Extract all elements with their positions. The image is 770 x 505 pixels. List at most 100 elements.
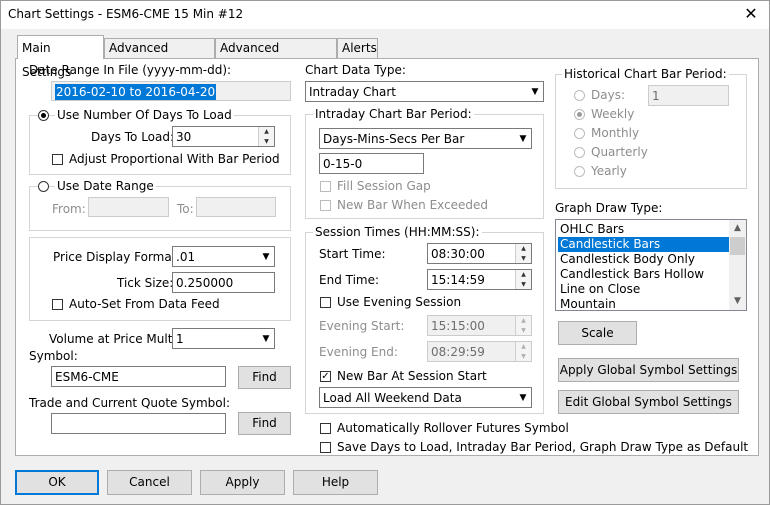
price-format-select[interactable]: .01 ▼ (172, 246, 275, 267)
tab-advanced-settings-2[interactable]: Advanced Settings 2 (215, 38, 337, 74)
tab-main-settings[interactable]: Main Settings (17, 35, 104, 79)
list-item[interactable]: Candlestick Body Only (558, 252, 730, 267)
quarterly-label: Quarterly (591, 145, 648, 159)
bar-period-type-select[interactable]: Days-Mins-Secs Per Bar ▼ (319, 128, 532, 149)
volume-mult-value: 1 (176, 332, 184, 346)
spin-arrows-icon[interactable]: ▲ ▼ (515, 316, 531, 335)
historical-days-field[interactable]: 1 (648, 85, 729, 106)
from-date-field[interactable] (88, 197, 169, 217)
evening-start-stepper[interactable]: 15:15:00 ▲ ▼ (427, 315, 532, 336)
start-time-value: 08:30:00 (431, 247, 485, 261)
auto-rollover-label: Automatically Rollover Futures Symbol (337, 421, 569, 435)
evening-end-stepper[interactable]: 08:29:59 ▲ ▼ (427, 341, 532, 362)
chevron-down-icon: ▼ (262, 334, 270, 344)
tab-advanced-settings[interactable]: Advanced Settings (104, 38, 215, 74)
ok-button[interactable]: OK (15, 470, 99, 495)
auto-rollover-checkbox[interactable] (320, 423, 331, 434)
evening-end-label: Evening End: (319, 345, 398, 359)
historical-period-title: Historical Chart Bar Period: (562, 67, 729, 81)
chevron-down-icon: ▼ (531, 87, 539, 97)
list-item[interactable]: OHLC Bars (558, 222, 730, 237)
edit-global-symbol-button[interactable]: Edit Global Symbol Settings (558, 390, 739, 414)
spin-arrows-icon[interactable]: ▲ ▼ (515, 270, 531, 289)
volume-mult-label: Volume at Price Mult.: (49, 332, 181, 346)
to-date-field[interactable] (196, 197, 276, 217)
scroll-down-icon[interactable]: ▼ (729, 293, 746, 310)
weekly-radio[interactable] (574, 109, 585, 120)
close-icon[interactable]: ✕ (741, 4, 761, 23)
list-item-selected[interactable]: Candlestick Bars (558, 237, 730, 252)
bar-period-field[interactable]: 0-15-0 (319, 153, 424, 174)
evening-start-value: 15:15:00 (431, 319, 485, 333)
graph-draw-type-label: Graph Draw Type: (555, 201, 663, 215)
list-item[interactable]: Mountain (558, 297, 730, 310)
list-item[interactable]: Candlestick Bars Hollow (558, 267, 730, 282)
tick-size-field[interactable]: 0.250000 (172, 272, 275, 293)
save-defaults-checkbox[interactable] (320, 442, 331, 453)
session-times-title: Session Times (HH:MM:SS): (313, 225, 482, 239)
save-defaults-label: Save Days to Load, Intraday Bar Period, … (337, 440, 749, 454)
end-time-stepper[interactable]: 15:14:59 ▲ ▼ (427, 269, 532, 290)
weekend-data-select[interactable]: Load All Weekend Data ▼ (319, 387, 532, 408)
auto-set-checkbox[interactable] (52, 299, 63, 310)
fill-session-gap-label: Fill Session Gap (337, 179, 431, 193)
price-format-value: .01 (176, 250, 196, 264)
from-label: From: (52, 202, 86, 216)
days-to-load-label: Days To Load: (91, 130, 175, 144)
weekly-label: Weekly (591, 107, 635, 121)
new-bar-exceeded-label: New Bar When Exceeded (337, 198, 489, 212)
date-range-value: 2016-02-10 to 2016-04-20 (55, 84, 217, 100)
scroll-up-icon[interactable]: ▲ (729, 220, 746, 237)
quarterly-radio[interactable] (574, 147, 585, 158)
end-time-value: 15:14:59 (431, 273, 485, 287)
apply-global-symbol-button[interactable]: Apply Global Symbol Settings (558, 358, 739, 382)
new-bar-session-checkbox[interactable]: ✓ (320, 371, 331, 382)
scale-button[interactable]: Scale (558, 321, 637, 345)
symbol-find-button[interactable]: Find (238, 366, 291, 389)
evening-start-label: Evening Start: (319, 319, 405, 333)
trade-symbol-label: Trade and Current Quote Symbol: (29, 396, 230, 410)
symbol-field[interactable]: ESM6-CME (51, 366, 226, 387)
trade-symbol-field[interactable] (51, 413, 226, 434)
chart-data-type-value: Intraday Chart (309, 85, 396, 99)
cancel-button[interactable]: Cancel (107, 470, 192, 495)
days-to-load-value: 30 (176, 130, 192, 144)
price-format-label: Price Display Format: (53, 250, 181, 264)
end-time-label: End Time: (319, 273, 380, 287)
tick-size-label: Tick Size: (117, 276, 174, 290)
tab-alerts[interactable]: Alerts (337, 38, 378, 58)
volume-mult-select[interactable]: 1 ▼ (172, 328, 275, 349)
graph-draw-type-list[interactable]: OHLC Bars Candlestick Bars Candlestick B… (555, 219, 747, 311)
use-date-range-label: Use Date Range (55, 179, 156, 193)
monthly-radio[interactable] (574, 128, 585, 139)
days-to-load-stepper[interactable]: 30 ▲ ▼ (172, 126, 275, 147)
adjust-proportional-checkbox[interactable] (52, 154, 63, 165)
help-button[interactable]: Help (293, 470, 378, 495)
list-scrollbar[interactable]: ▲ ▼ (729, 220, 746, 310)
historical-days-radio[interactable] (574, 90, 585, 101)
chevron-down-icon: ▼ (519, 393, 527, 403)
use-days-radio[interactable] (38, 110, 49, 121)
spin-arrows-icon[interactable]: ▲ ▼ (515, 244, 531, 263)
historical-days-label: Days: (591, 88, 625, 102)
chart-data-type-select[interactable]: Intraday Chart ▼ (305, 81, 544, 102)
auto-set-label: Auto-Set From Data Feed (69, 297, 220, 311)
use-date-range-radio[interactable] (38, 181, 49, 192)
new-bar-session-label: New Bar At Session Start (337, 369, 487, 383)
apply-button[interactable]: Apply (200, 470, 285, 495)
spin-arrows-icon[interactable]: ▲ ▼ (258, 127, 274, 146)
evening-session-checkbox[interactable] (320, 297, 331, 308)
start-time-stepper[interactable]: 08:30:00 ▲ ▼ (427, 243, 532, 264)
yearly-label: Yearly (591, 164, 627, 178)
chart-data-type-label: Chart Data Type: (305, 63, 406, 77)
bar-period-type-value: Days-Mins-Secs Per Bar (323, 132, 465, 146)
chevron-down-icon: ▼ (262, 252, 270, 262)
chart-settings-dialog: Chart Settings - ESM6-CME 15 Min #12 ✕ M… (0, 0, 770, 505)
spin-arrows-icon[interactable]: ▲ ▼ (515, 342, 531, 361)
list-item[interactable]: Line on Close (558, 282, 730, 297)
scroll-thumb[interactable] (730, 237, 745, 255)
yearly-radio[interactable] (574, 166, 585, 177)
new-bar-exceeded-checkbox[interactable] (320, 200, 331, 211)
trade-symbol-find-button[interactable]: Find (238, 412, 291, 435)
fill-session-gap-checkbox[interactable] (320, 181, 331, 192)
